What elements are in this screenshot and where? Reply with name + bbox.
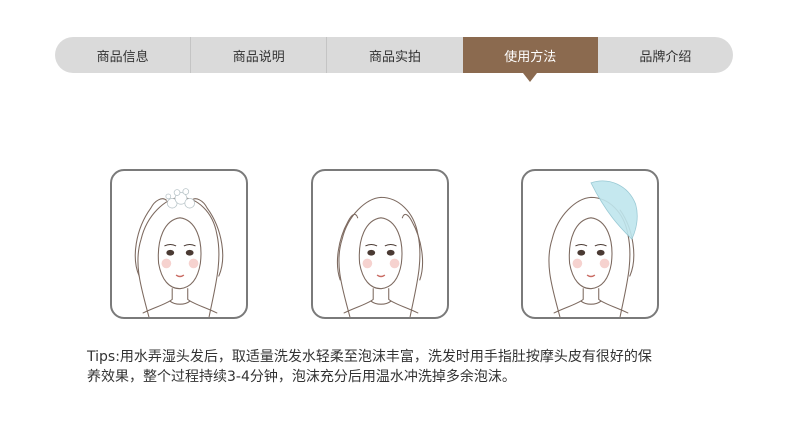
tab-product-photos[interactable]: 商品实拍 [326,37,462,73]
step-2-panel [311,169,449,319]
rinse-water-illustration-icon [548,180,638,317]
step-1-panel [110,169,248,319]
tips-line-1: Tips:用水弄湿头发后，取适量洗发水轻柔至泡沫丰富，洗发时用手指肚按摩头皮有很… [87,349,652,365]
tab-label: 商品实拍 [369,49,422,65]
tab-usage[interactable]: 使用方法 [462,37,598,82]
tab-label: 使用方法 [504,49,557,65]
fingertip-massage-illustration-icon [336,196,424,317]
tab-brand-intro[interactable]: 品牌介绍 [598,37,733,73]
tab-bar: 商品信息 商品说明 商品实拍 使用方法 品牌介绍 [55,37,733,82]
step-3-panel [521,169,659,319]
usage-tips: Tips:用水弄湿头发后，取适量洗发水轻柔至泡沫丰富，洗发时用手指肚按摩头皮有很… [87,347,707,387]
tab-product-description[interactable]: 商品说明 [190,37,326,73]
tab-label: 商品说明 [232,49,285,65]
tab-label: 品牌介绍 [639,49,692,65]
tab-product-info[interactable]: 商品信息 [55,37,190,73]
foam-lather-illustration-icon [134,188,224,317]
tab-label: 商品信息 [96,49,149,65]
tips-line-2: 养效果，整个过程持续3-4分钟，泡沫充分后用温水冲洗掉多余泡沫。 [87,369,516,385]
